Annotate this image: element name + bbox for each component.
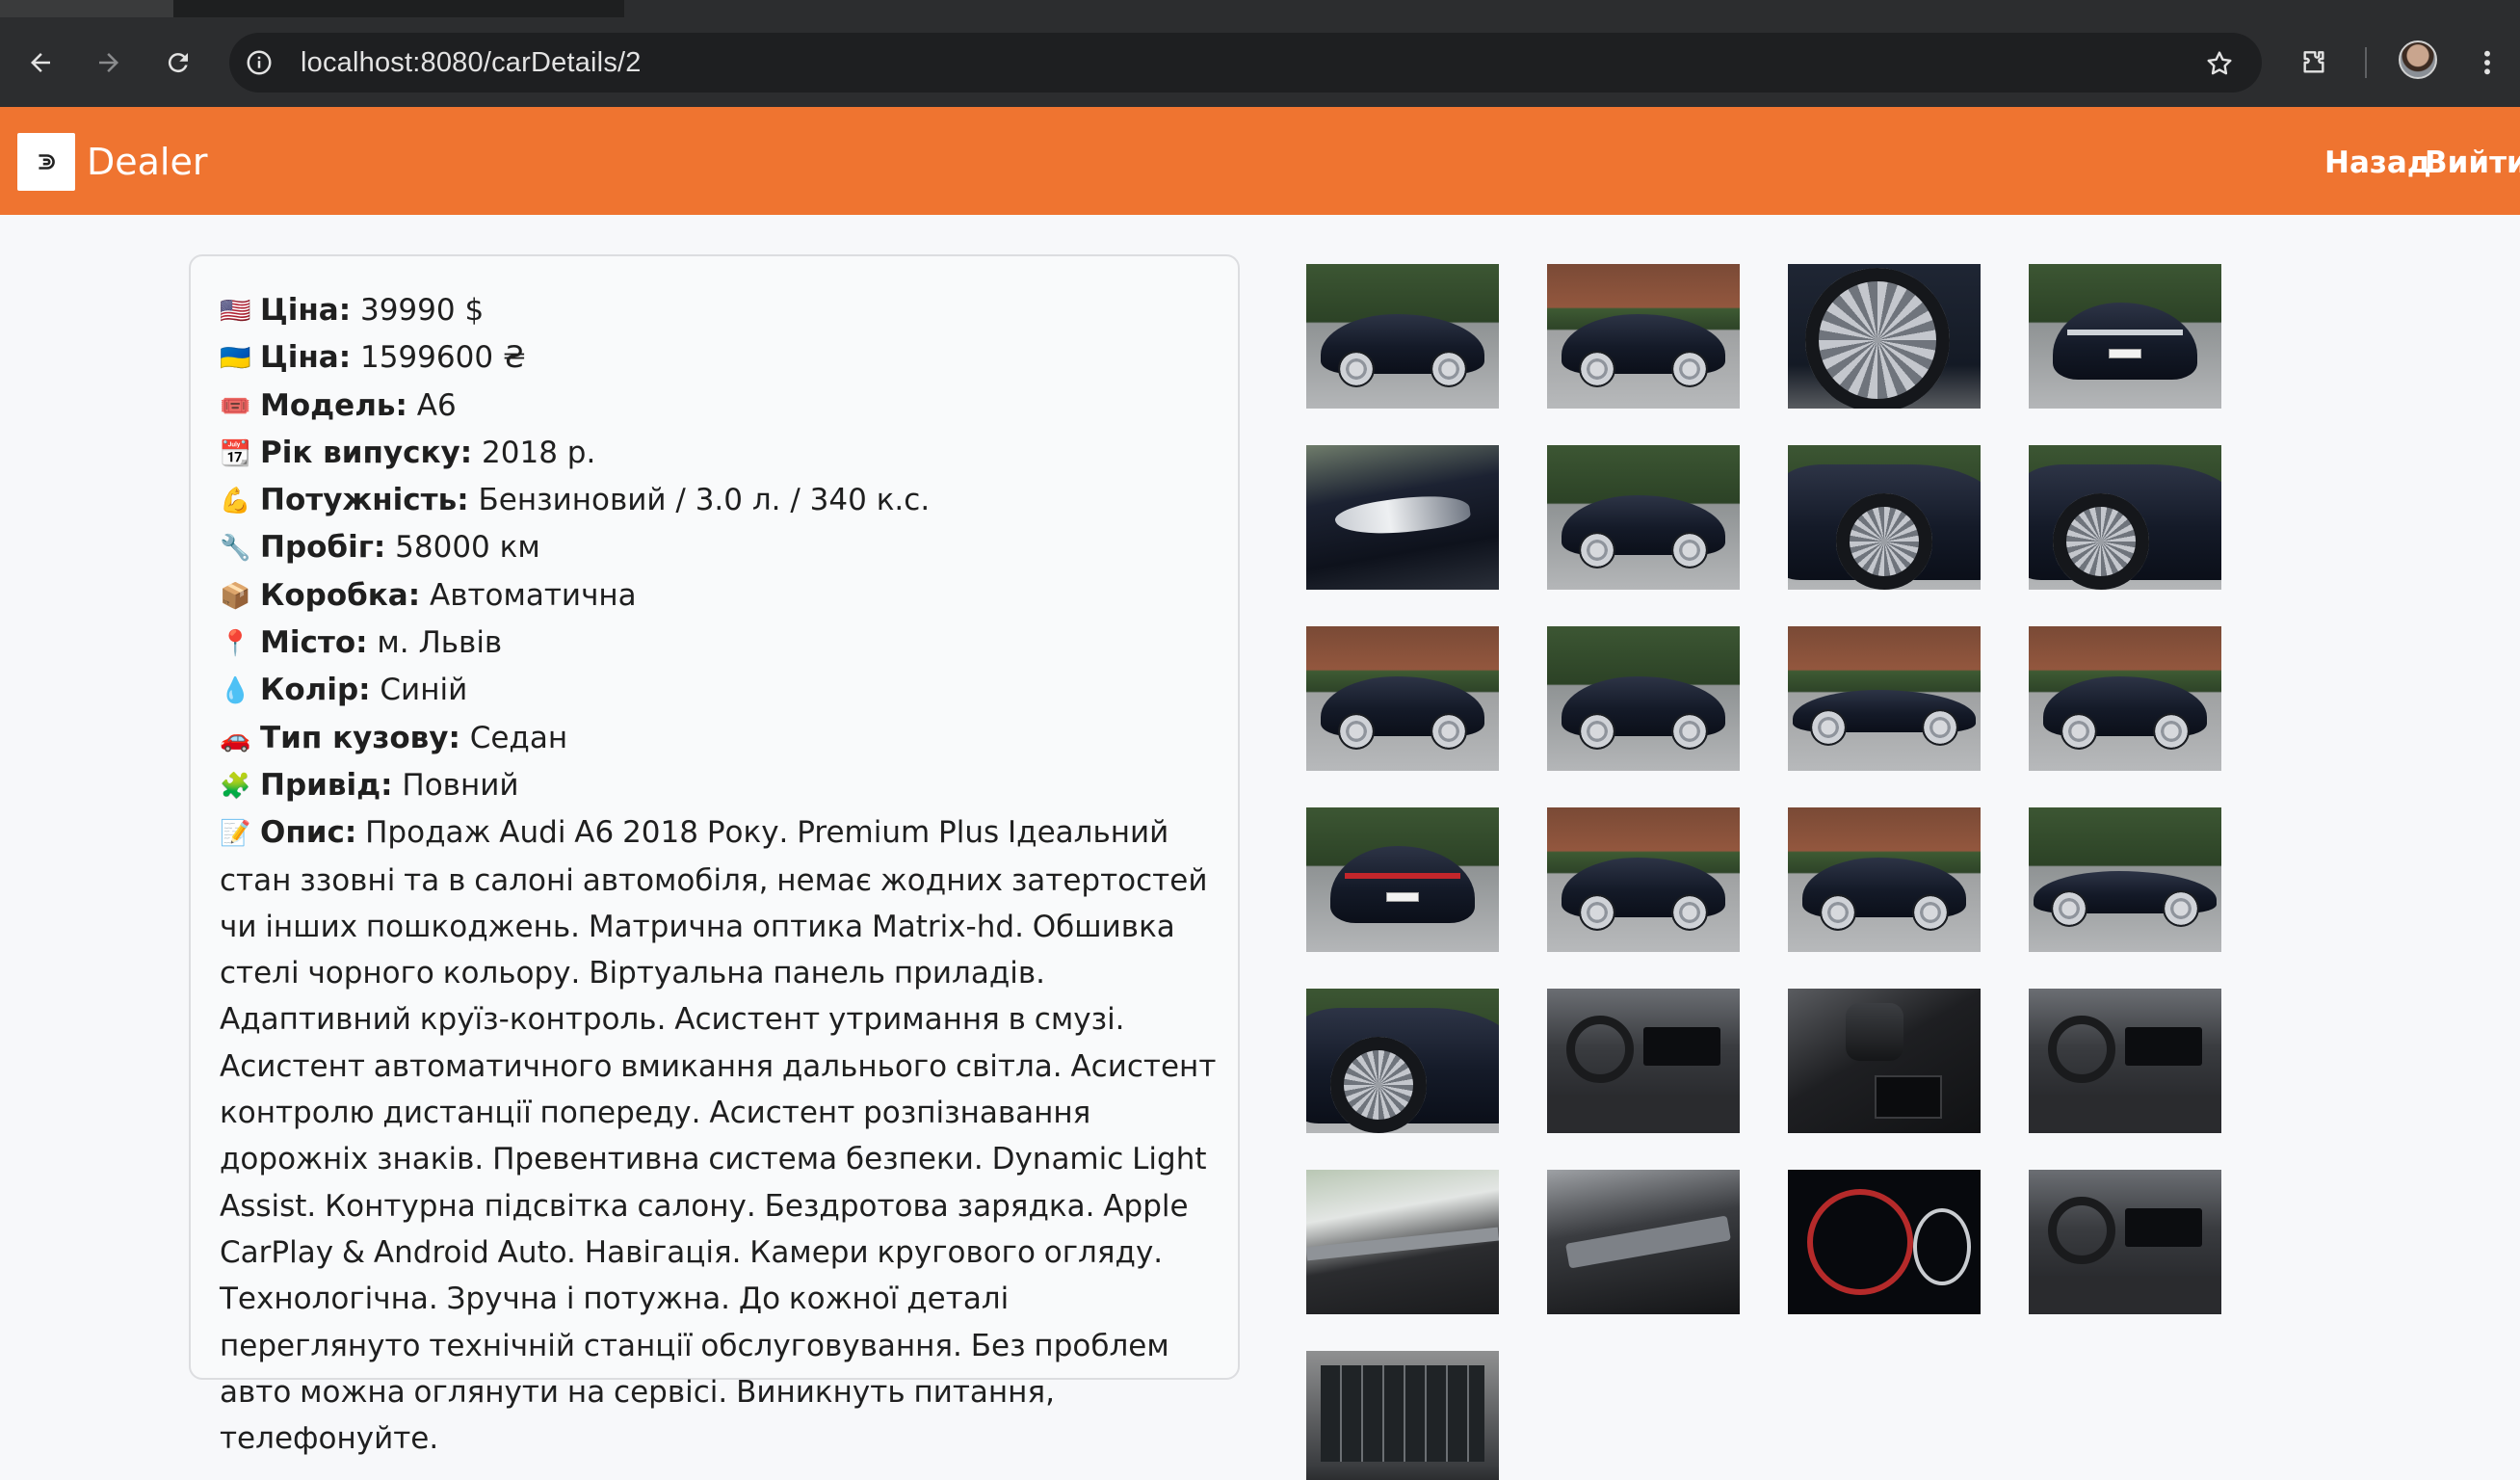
spec-emoji-icon: 🧩 (220, 771, 251, 801)
car-specs-list: 🇺🇸 Ціна: 39990 $ 🇺🇦 Ціна: 1599600 ₴ 🎟️ Модель… (220, 287, 1217, 1462)
gallery-thumbnail[interactable] (2029, 1170, 2221, 1314)
gallery-thumbnail[interactable] (1547, 807, 1740, 952)
spec-value: м. Львів (367, 625, 503, 661)
gallery-thumbnail[interactable] (1306, 626, 1499, 771)
spec-value: Повний (392, 767, 519, 803)
extensions-puzzle-icon[interactable] (2295, 43, 2333, 82)
gallery-thumbnail[interactable] (1306, 445, 1499, 590)
gallery-thumbnail[interactable] (1547, 989, 1740, 1133)
description-text: Продаж Audi A6 2018 Року. Premium Plus І… (220, 815, 1217, 1457)
spec-emoji-icon: 💪 (220, 487, 251, 516)
spec-value: Бензиновий / 3.0 л. / 340 к.с. (468, 483, 931, 518)
back-arrow-icon[interactable] (21, 43, 60, 82)
logout-link[interactable]: Вийти (2425, 139, 2520, 187)
spec-emoji-icon: 💧 (220, 676, 251, 706)
url-text[interactable]: localhost:8080/carDetails/2 (301, 46, 642, 79)
spec-value: 39990 $ (351, 293, 485, 328)
spec-emoji-icon: 🇺🇸 (220, 297, 251, 326)
spec-row-year: 📆 Рік випуску: 2018 р. (220, 430, 1217, 477)
kebab-menu-icon[interactable] (2468, 43, 2507, 82)
spec-row-description: 📝 Опис: Продаж Audi A6 2018 Року. Premium… (220, 809, 1217, 1462)
spec-label: Пробіг: (260, 530, 386, 566)
spec-label: Ціна: (260, 340, 352, 376)
profile-avatar[interactable] (2399, 40, 2437, 79)
address-bar[interactable]: localhost:8080/carDetails/2 (229, 33, 2262, 92)
gallery-thumbnail[interactable] (2029, 264, 2221, 409)
site-info-icon[interactable] (243, 46, 276, 79)
reload-icon[interactable] (159, 43, 197, 82)
brand-name[interactable]: Dealer (87, 136, 208, 188)
spec-row-mileage: 🔧 Пробіг: 58000 км (220, 524, 1217, 571)
gallery-thumbnail[interactable] (1306, 1351, 1499, 1480)
spec-row-price-usd: 🇺🇸 Ціна: 39990 $ (220, 287, 1217, 334)
spec-emoji-icon: 🚗 (220, 724, 251, 753)
spec-value: Синій (370, 673, 468, 708)
gallery-thumbnail[interactable] (2029, 807, 2221, 952)
spec-label: Потужність: (260, 483, 469, 518)
spec-row-drive: 🧩 Привід: Повний (220, 762, 1217, 809)
spec-value: 58000 км (385, 530, 540, 566)
back-link[interactable]: Назад (2324, 139, 2431, 187)
spec-row-model: 🎟️ Модель: A6 (220, 383, 1217, 430)
gallery-thumbnail[interactable] (1306, 1170, 1499, 1314)
spec-label: Привід: (260, 767, 393, 803)
spec-row-city: 📍 Місто: м. Львів (220, 620, 1217, 667)
spec-value: 2018 р. (472, 435, 596, 470)
gallery-thumbnail[interactable] (1788, 264, 1981, 409)
gallery-thumbnail[interactable] (1547, 1170, 1740, 1314)
spec-label: Тип кузову: (260, 720, 460, 755)
gallery-thumbnail[interactable] (1547, 264, 1740, 409)
spec-label: Ціна: (260, 293, 352, 328)
spec-emoji-icon: 📦 (220, 581, 251, 611)
spec-value: Автоматична (420, 577, 637, 613)
spec-label: Модель: (260, 387, 407, 423)
gallery-thumbnail[interactable] (1788, 1170, 1981, 1314)
toolbar-separator (2365, 47, 2367, 78)
gallery-thumbnail[interactable] (1788, 989, 1981, 1133)
gallery-thumbnail[interactable] (1306, 807, 1499, 952)
spec-emoji-icon: 🔧 (220, 534, 251, 564)
memo-icon: 📝 (220, 819, 251, 849)
car-details-card: 🇺🇸 Ціна: 39990 $ 🇺🇦 Ціна: 1599600 ₴ 🎟️ Модель… (189, 254, 1240, 1456)
gallery-thumbnail[interactable] (1788, 626, 1981, 771)
spec-label: Колір: (260, 673, 371, 708)
spec-label: Рік випуску: (260, 435, 473, 470)
spec-row-body-type: 🚗 Тип кузову: Седан (220, 715, 1217, 762)
gallery-thumbnail[interactable] (2029, 626, 2221, 771)
spec-value: 1599600 ₴ (351, 340, 526, 376)
gallery-thumbnail[interactable] (2029, 445, 2221, 590)
spec-value: A6 (407, 387, 457, 423)
dealer-logo-icon[interactable] (17, 133, 75, 191)
spec-emoji-icon: 📍 (220, 629, 251, 659)
spec-row-gearbox: 📦 Коробка: Автоматична (220, 572, 1217, 620)
browser-tab-active[interactable] (624, 0, 2520, 17)
spec-label: Коробка: (260, 577, 421, 613)
bookmark-star-icon[interactable] (2202, 46, 2237, 81)
spec-row-price-uah: 🇺🇦 Ціна: 1599600 ₴ (220, 334, 1217, 382)
forward-arrow-icon[interactable] (90, 43, 128, 82)
app-navbar: Dealer Назад Вийти (0, 107, 2520, 215)
spec-emoji-icon: 🎟️ (220, 391, 251, 421)
browser-toolbar: localhost:8080/carDetails/2 (0, 17, 2520, 107)
photo-gallery (1306, 264, 2231, 1480)
spec-emoji-icon: 📆 (220, 438, 251, 468)
spec-row-power: 💪 Потужність: Бензиновий / 3.0 л. / 340 к… (220, 477, 1217, 524)
gallery-thumbnail[interactable] (1788, 445, 1981, 590)
browser-tabstrip (0, 0, 2520, 17)
gallery-thumbnail[interactable] (1788, 807, 1981, 952)
gallery-thumbnail[interactable] (1306, 989, 1499, 1133)
spec-value: Седан (459, 720, 568, 755)
gallery-thumbnail[interactable] (1547, 445, 1740, 590)
spec-label: Місто: (260, 625, 368, 661)
gallery-thumbnail[interactable] (1547, 626, 1740, 771)
spec-row-color: 💧 Колір: Синій (220, 667, 1217, 714)
spec-label: Опис: (260, 815, 357, 851)
gallery-thumbnail[interactable] (2029, 989, 2221, 1133)
browser-tab[interactable] (0, 0, 173, 17)
gallery-thumbnail[interactable] (1306, 264, 1499, 409)
spec-emoji-icon: 🇺🇦 (220, 344, 251, 374)
